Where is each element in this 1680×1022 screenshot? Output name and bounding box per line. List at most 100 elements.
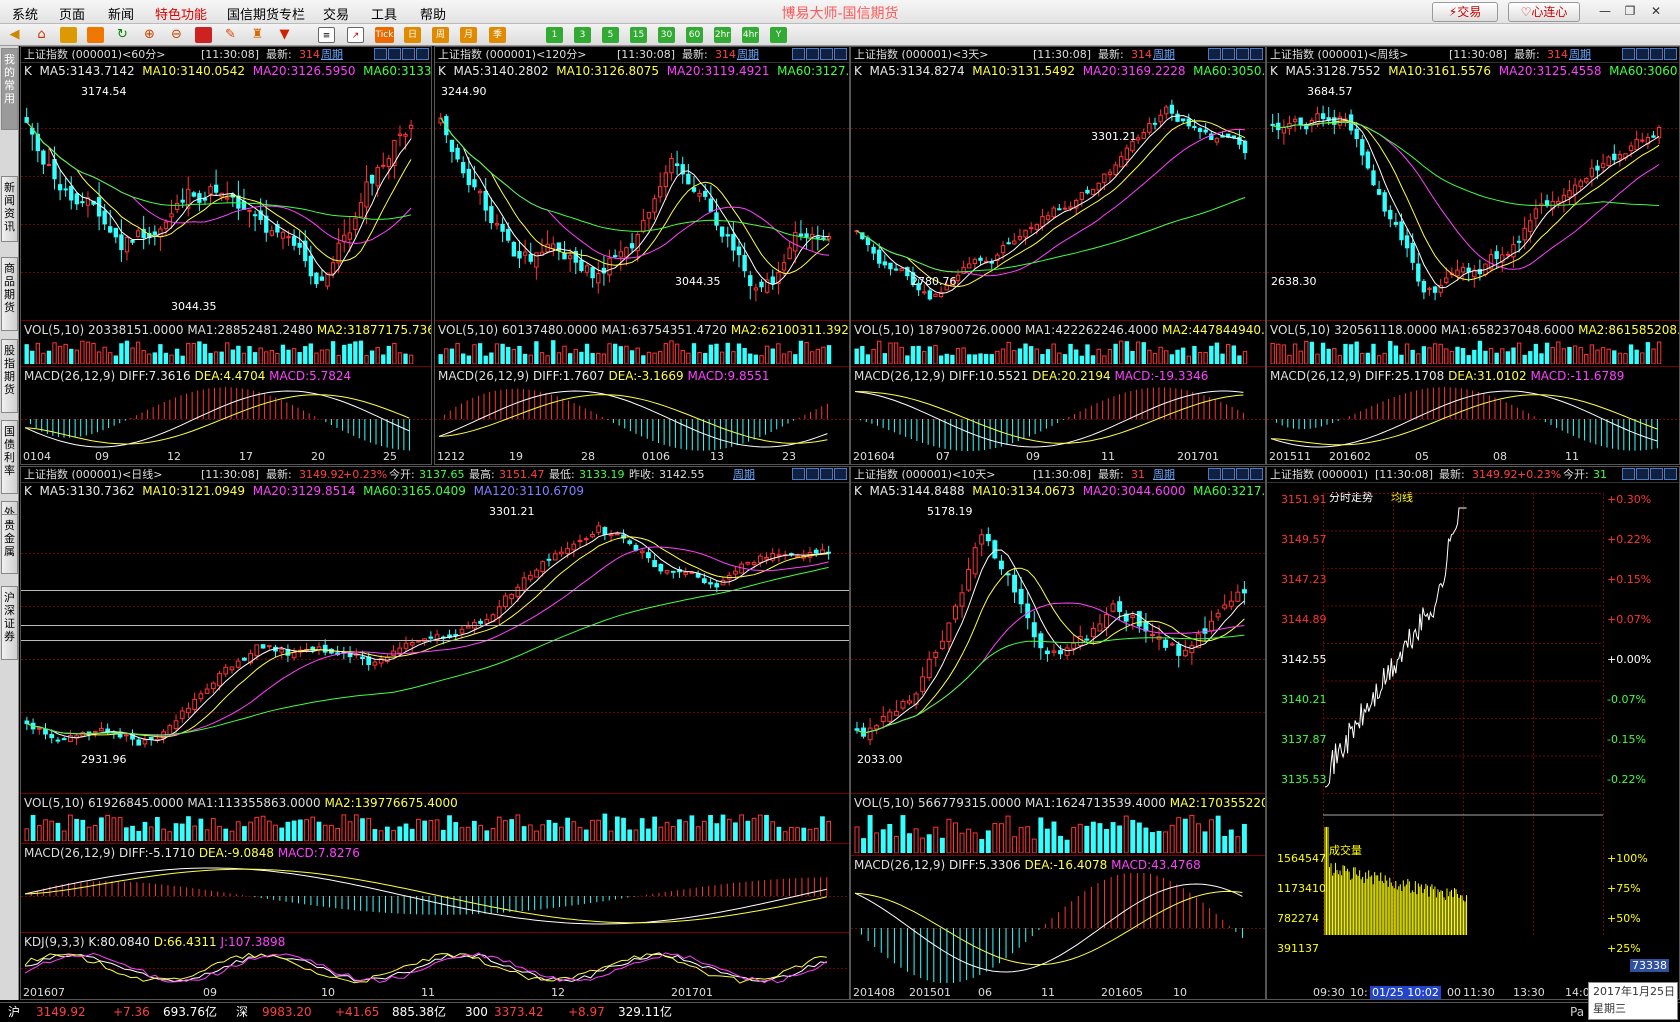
prev-icon[interactable]	[1208, 48, 1221, 60]
next-icon[interactable]	[1636, 468, 1649, 480]
prev-icon[interactable]	[792, 48, 805, 60]
kline-panel-10day[interactable]: 上证指数 (000001)<10天> [11:30:08] 最新: 31 周期 …	[850, 466, 1266, 1000]
draw-pen-icon[interactable]: ✎	[222, 27, 239, 43]
period-60min[interactable]: 60	[686, 27, 703, 43]
maximize-icon[interactable]: ❐	[1620, 2, 1640, 20]
period-link[interactable]: 周期	[1153, 47, 1175, 62]
kline-panel-120min[interactable]: 上证指数 (000001)<120分> [11:30:08] 最新: 314 周…	[434, 46, 850, 465]
volume-label: 1564547	[1277, 852, 1326, 865]
menu-guoxin-column[interactable]: 国信期货专栏	[227, 4, 305, 23]
trade-button[interactable]: ⚡交易	[1432, 2, 1498, 22]
list-icon[interactable]: ≡	[318, 27, 335, 43]
period-year[interactable]: Y	[770, 27, 787, 43]
maximize-panel-icon[interactable]	[416, 48, 429, 60]
menu-features[interactable]: 特色功能	[155, 4, 207, 23]
refresh-icon[interactable]: ↻	[114, 27, 131, 43]
period-link[interactable]: 周期	[1153, 467, 1175, 482]
period-3min[interactable]: 3	[574, 27, 591, 43]
kline-panel-3day[interactable]: 上证指数 (000001)<3天> [11:30:08] 最新: 314 周期 …	[850, 46, 1266, 465]
maximize-panel-icon[interactable]	[834, 48, 847, 60]
menu-tools[interactable]: 工具	[371, 4, 397, 23]
split-icon[interactable]	[820, 468, 833, 480]
period-5min[interactable]: 5	[602, 27, 619, 43]
next-icon[interactable]	[388, 48, 401, 60]
split-icon[interactable]	[1236, 468, 1249, 480]
panel-window-icons[interactable]	[791, 468, 847, 484]
side-tab-bonds[interactable]: 国债利率	[1, 420, 18, 494]
split-icon[interactable]	[1650, 48, 1663, 60]
side-tab-index-futures[interactable]: 股指期货	[1, 339, 18, 413]
close-icon[interactable]: ✕	[1646, 2, 1666, 20]
split-icon[interactable]	[1236, 48, 1249, 60]
notebook-icon[interactable]	[60, 27, 77, 43]
minimize-icon[interactable]: —	[1595, 2, 1615, 20]
chart-icon[interactable]: ↗	[347, 27, 364, 43]
side-tab-precious-metals[interactable]: 贵金属	[1, 514, 18, 574]
prev-icon[interactable]	[1208, 468, 1221, 480]
panel-window-icons[interactable]	[1207, 468, 1263, 484]
menu-page[interactable]: 页面	[59, 4, 85, 23]
panel-header: 上证指数 (000001) [11:30:08] 最新: 3149.92 +0.…	[1267, 467, 1679, 483]
period-week[interactable]: 周	[432, 27, 449, 43]
period-4hr[interactable]: 4hr	[742, 27, 759, 43]
layout-icon[interactable]	[195, 27, 212, 43]
period-1min[interactable]: 1	[546, 27, 563, 43]
maximize-panel-icon[interactable]	[1664, 468, 1677, 480]
maximize-panel-icon[interactable]	[834, 468, 847, 480]
next-icon[interactable]	[1636, 48, 1649, 60]
side-tab-sh-sz-securities[interactable]: 沪深证券	[1, 586, 18, 660]
filter-icon[interactable]: ▼	[276, 27, 293, 43]
prev-icon[interactable]	[792, 468, 805, 480]
period-2hr[interactable]: 2hr	[714, 27, 731, 43]
back-arrow-icon[interactable]: ◀	[6, 27, 23, 43]
home-icon[interactable]: ⌂	[33, 27, 50, 43]
period-link[interactable]: 周期	[737, 47, 759, 62]
split-icon[interactable]	[402, 48, 415, 60]
menu-system[interactable]: 系统	[12, 4, 38, 23]
maximize-panel-icon[interactable]	[1664, 48, 1677, 60]
prev-icon[interactable]	[1622, 48, 1635, 60]
candle-body	[939, 640, 945, 649]
volume-bar	[461, 353, 466, 364]
panel-window-icons[interactable]	[791, 48, 847, 64]
menu-trade[interactable]: 交易	[323, 4, 349, 23]
panel-window-icons[interactable]	[1621, 468, 1677, 484]
period-link[interactable]: 周期	[733, 467, 755, 482]
period-day[interactable]: 日	[404, 27, 421, 43]
intraday-panel[interactable]: 上证指数 (000001) [11:30:08] 最新: 3149.92 +0.…	[1266, 466, 1680, 1000]
period-30min[interactable]: 30	[658, 27, 675, 43]
next-icon[interactable]	[1222, 468, 1235, 480]
maximize-panel-icon[interactable]	[1250, 468, 1263, 480]
zoom-in-icon[interactable]: ⊕	[141, 27, 158, 43]
period-month[interactable]: 月	[460, 27, 477, 43]
next-icon[interactable]	[806, 48, 819, 60]
menu-news[interactable]: 新闻	[108, 4, 134, 23]
folder-icon[interactable]	[87, 27, 104, 43]
zoom-out-icon[interactable]: ⊖	[168, 27, 185, 43]
period-link[interactable]: 周期	[1569, 47, 1591, 62]
kline-panel-weekly[interactable]: 上证指数 (000001)<周线> [11:30:08] 最新: 314 周期 …	[1266, 46, 1680, 465]
prev-icon[interactable]	[1622, 468, 1635, 480]
next-icon[interactable]	[806, 468, 819, 480]
side-tab-news[interactable]: 新闻资讯	[1, 176, 18, 242]
side-tab-favorites[interactable]: 我的常用	[1, 48, 18, 130]
panel-window-icons[interactable]	[1207, 48, 1263, 64]
split-icon[interactable]	[1650, 468, 1663, 480]
kline-panel-daily[interactable]: 上证指数 (000001)<日线> [11:30:08] 最新: 3149.92…	[20, 466, 850, 1000]
maximize-panel-icon[interactable]	[1250, 48, 1263, 60]
panel-window-icons[interactable]	[1621, 48, 1677, 64]
kline-panel-60min[interactable]: 上证指数 (000001)<60分> [11:30:08] 最新: 314 周期…	[20, 46, 432, 465]
period-15min[interactable]: 15	[630, 27, 647, 43]
heart-connect-button[interactable]: ♡心连心	[1508, 2, 1580, 22]
menu-help[interactable]: 帮助	[420, 4, 446, 23]
period-tick[interactable]: Tick	[375, 27, 394, 43]
next-icon[interactable]	[1222, 48, 1235, 60]
volume-bar	[1203, 351, 1208, 364]
period-link[interactable]: 周期	[321, 47, 343, 62]
prev-icon[interactable]	[374, 48, 387, 60]
side-tab-commodity-futures[interactable]: 商品期货	[1, 257, 18, 331]
panel-window-icons[interactable]	[373, 48, 429, 64]
period-season[interactable]: 季	[489, 27, 506, 43]
split-icon[interactable]	[820, 48, 833, 60]
stamp-icon[interactable]: ♜	[249, 27, 266, 43]
